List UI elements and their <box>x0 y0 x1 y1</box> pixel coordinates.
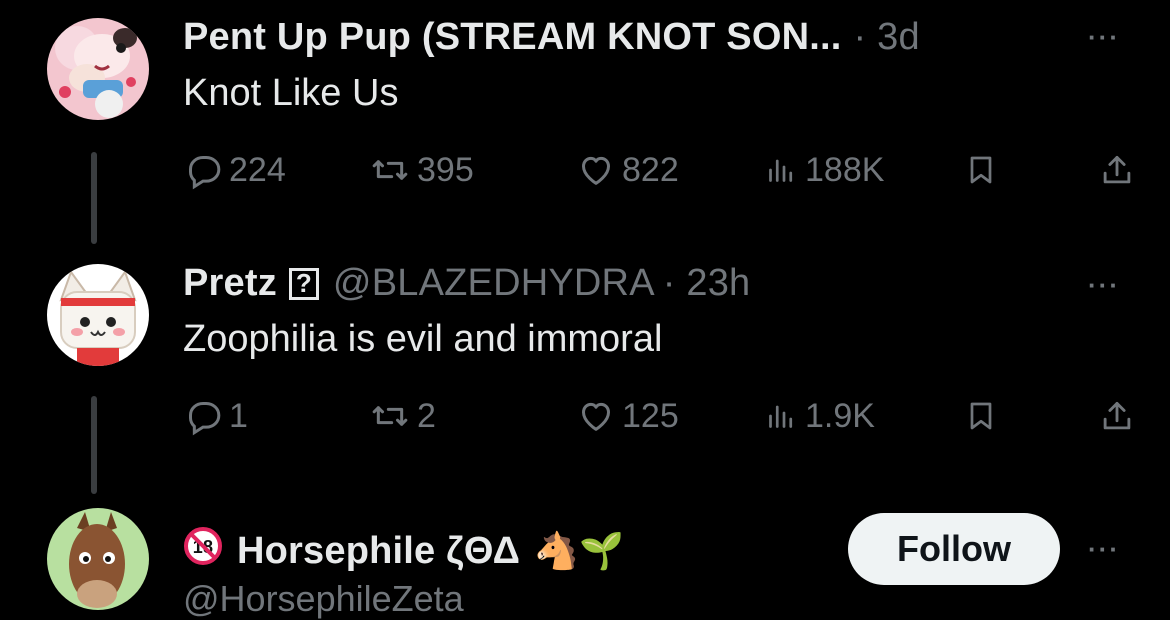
follow-button[interactable]: Follow <box>848 513 1060 585</box>
like-icon <box>582 402 610 431</box>
views-button[interactable]: 188K <box>763 148 884 192</box>
more-icon[interactable]: ··· <box>1088 22 1120 53</box>
bookmark-button[interactable] <box>963 394 999 438</box>
reply-button[interactable]: 1 <box>183 394 248 438</box>
avatar-horsephile[interactable] <box>47 508 149 610</box>
like-icon <box>582 156 610 185</box>
retweet-count: 2 <box>417 396 436 435</box>
views-icon <box>769 159 793 182</box>
like-button[interactable]: 822 <box>576 148 679 192</box>
author-handle[interactable]: @BLAZEDHYDRA <box>333 262 655 305</box>
author-name[interactable]: Pretz <box>183 262 277 305</box>
views-count: 1.9K <box>805 396 875 435</box>
reply-count: 1 <box>229 396 248 435</box>
tweet-time[interactable]: · 3d <box>854 16 920 59</box>
views-count: 188K <box>805 150 885 189</box>
bookmark-icon <box>970 402 992 430</box>
tweet-2-header: Pretz ? @BLAZEDHYDRA · 23h <box>183 262 750 305</box>
views-icon <box>769 405 793 428</box>
tweet-1-actions: 224 395 822 188K <box>183 148 1143 192</box>
share-icon <box>1103 401 1131 430</box>
reply-icon <box>189 402 221 436</box>
reply-count: 224 <box>229 150 286 189</box>
like-button[interactable]: 125 <box>576 394 679 438</box>
like-count: 125 <box>622 396 679 435</box>
tweet-text: Knot Like Us <box>183 72 399 114</box>
reply-icon <box>189 156 221 190</box>
retweet-icon <box>372 406 408 426</box>
bookmark-icon <box>970 156 992 184</box>
bookmark-button[interactable] <box>963 148 999 192</box>
like-count: 822 <box>622 150 679 189</box>
suggested-handle[interactable]: @HorsephileZeta <box>183 578 464 620</box>
author-name[interactable]: Pent Up Pup (STREAM KNOT SON... <box>183 16 842 59</box>
reply-button[interactable]: 224 <box>183 148 286 192</box>
tweet-2-actions: 1 2 125 1.9K <box>183 394 1143 438</box>
no-under-18-icon: 18 <box>183 526 223 576</box>
share-icon <box>1103 155 1131 184</box>
suggested-header: 18 Horsephile ζΘΔ 🐴🌱 <box>183 526 624 576</box>
retweet-button[interactable]: 395 <box>369 148 474 192</box>
tweet-time[interactable]: · 23h <box>663 262 751 305</box>
views-button[interactable]: 1.9K <box>763 394 875 438</box>
retweet-icon <box>372 160 408 180</box>
more-icon[interactable]: ··· <box>1088 534 1120 565</box>
tweet-1-header: Pent Up Pup (STREAM KNOT SON... · 3d <box>183 16 920 59</box>
tweet-text: Zoophilia is evil and immoral <box>183 318 663 360</box>
thread-line-2 <box>91 396 97 494</box>
share-button[interactable] <box>1098 394 1136 438</box>
avatar-pretz[interactable] <box>47 264 149 366</box>
horse-sprout-emoji: 🐴🌱 <box>534 530 625 571</box>
thread-line-1 <box>91 152 97 244</box>
avatar-pent-up-pup[interactable] <box>47 18 149 120</box>
share-button[interactable] <box>1098 148 1136 192</box>
retweet-button[interactable]: 2 <box>369 394 436 438</box>
more-icon[interactable]: ··· <box>1088 270 1120 301</box>
unverified-badge: ? <box>288 267 319 300</box>
suggested-name[interactable]: Horsephile ζΘΔ <box>237 530 520 573</box>
retweet-count: 395 <box>417 150 474 189</box>
